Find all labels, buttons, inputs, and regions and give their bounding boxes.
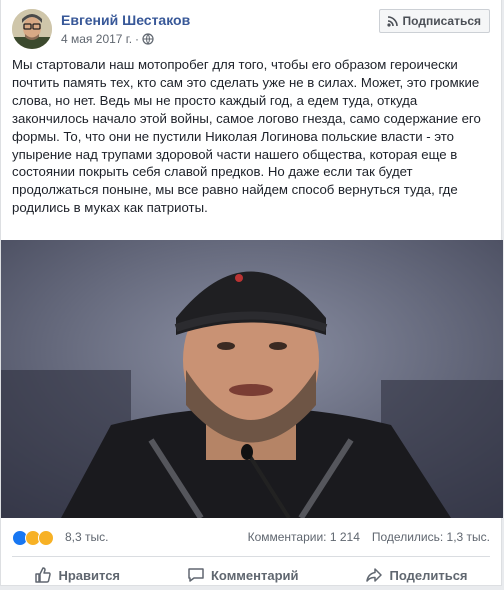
divider <box>12 556 490 557</box>
comment-label: Комментарий <box>210 567 299 583</box>
post-header: Евгений Шестаков 4 мая 2017 г. · Подписа… <box>1 0 501 52</box>
share-label: Поделиться <box>389 567 468 583</box>
post-text: Мы стартовали наш мотопробег для того, ч… <box>12 57 481 216</box>
post-date[interactable]: 4 мая 2017 г. <box>61 32 132 46</box>
rss-icon <box>386 15 398 27</box>
share-icon <box>366 568 383 582</box>
post-photo[interactable] <box>1 240 503 518</box>
subscribe-button[interactable]: Подписаться <box>378 9 490 33</box>
comment-icon <box>188 568 204 582</box>
comments-count[interactable]: Комментарии: 1 214 <box>248 530 360 544</box>
facebook-post: Евгений Шестаков 4 мая 2017 г. · Подписа… <box>0 0 503 586</box>
globe-icon[interactable] <box>142 33 154 45</box>
author-avatar[interactable] <box>12 9 52 49</box>
subscribe-label: Подписаться <box>402 14 481 28</box>
shares-count[interactable]: Поделились: 1,3 тыс. <box>372 530 490 544</box>
reaction-icons[interactable] <box>12 530 54 546</box>
wow-icon <box>38 530 54 546</box>
like-label: Нравится <box>58 567 121 583</box>
thumbs-up-icon <box>35 567 52 583</box>
engagement-counts: Комментарии: 1 214 Поделились: 1,3 тыс. <box>248 530 490 544</box>
reactions-bar: 8,3 тыс. Комментарии: 1 214 Поделились: … <box>1 522 501 554</box>
author-name[interactable]: Евгений Шестаков <box>61 12 190 28</box>
reaction-count[interactable]: 8,3 тыс. <box>65 530 108 544</box>
post-meta: 4 мая 2017 г. · <box>61 32 154 46</box>
